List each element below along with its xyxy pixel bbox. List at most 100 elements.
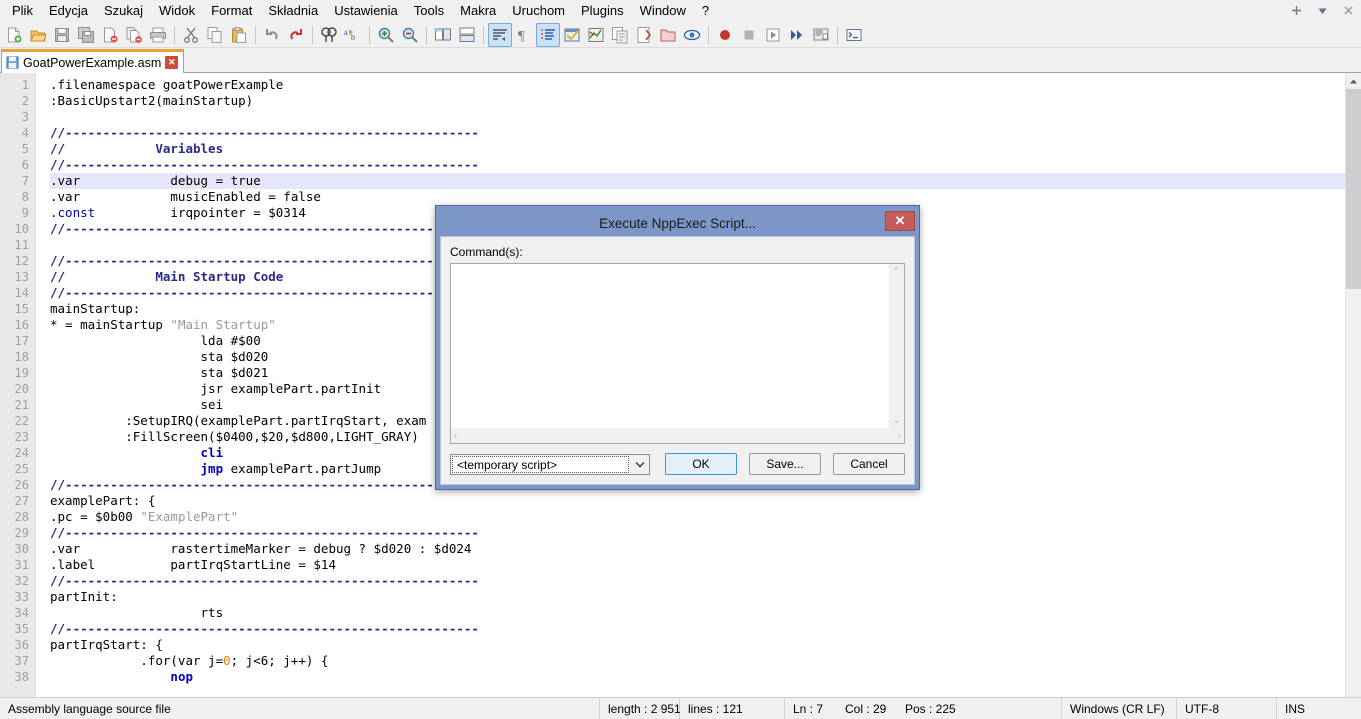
redo-icon[interactable]: [284, 23, 308, 47]
menu-item-window[interactable]: Window: [632, 0, 694, 22]
paste-icon[interactable]: [227, 23, 251, 47]
stop-macro-icon[interactable]: [737, 23, 761, 47]
code-line[interactable]: // Variables: [50, 141, 1345, 157]
toolbar-separator: [255, 25, 256, 44]
cancel-button[interactable]: Cancel: [833, 453, 905, 475]
new-file-icon[interactable]: [2, 23, 26, 47]
folder-as-workspace-icon[interactable]: [656, 23, 680, 47]
word-wrap-icon[interactable]: [488, 22, 512, 47]
menu-item-widok[interactable]: Widok: [151, 0, 203, 22]
menu-item--[interactable]: ?: [694, 0, 717, 22]
menu-item-makra[interactable]: Makra: [452, 0, 504, 22]
replace-icon[interactable]: ab: [341, 23, 365, 47]
menu-item-plugins[interactable]: Plugins: [573, 0, 632, 22]
play-macro-icon[interactable]: [761, 23, 785, 47]
code-line[interactable]: .var musicEnabled = false: [50, 189, 1345, 205]
script-select-value[interactable]: <temporary script>: [452, 455, 629, 473]
line-number: 35: [14, 622, 29, 636]
code-line[interactable]: .pc = $0b00 "ExamplePart": [50, 509, 1345, 525]
status-length: length : 2 951: [600, 697, 681, 719]
commands-scroll-track-vertical[interactable]: [889, 279, 904, 413]
tab-goatpowerexample-asm[interactable]: GoatPowerExample.asm ✕: [1, 49, 185, 73]
code-line[interactable]: rts: [50, 605, 1345, 621]
undo-icon[interactable]: [260, 23, 284, 47]
dialog-close-button[interactable]: ✕: [885, 211, 915, 231]
zoom-in-icon[interactable]: [374, 23, 398, 47]
document-map-icon[interactable]: [584, 23, 608, 47]
menu-item-tools[interactable]: Tools: [406, 0, 452, 22]
dropdown-button[interactable]: [1309, 1, 1335, 21]
tab-close-icon[interactable]: ✕: [165, 56, 179, 69]
monitoring-icon[interactable]: [680, 23, 704, 47]
menu-item-format[interactable]: Format: [203, 0, 260, 22]
copy-icon[interactable]: [203, 23, 227, 47]
code-line[interactable]: nop: [50, 669, 1345, 685]
document-list-icon[interactable]: [632, 23, 656, 47]
zoom-out-icon[interactable]: [398, 23, 422, 47]
code-line[interactable]: partIrqStart: {: [50, 637, 1345, 653]
toolbar-separator: [483, 25, 484, 44]
code-line[interactable]: //--------------------------------------…: [50, 157, 1345, 173]
save-button[interactable]: Save...: [749, 453, 821, 475]
scroll-up-arrow-icon[interactable]: [1346, 73, 1361, 89]
chevron-down-icon[interactable]: [630, 454, 649, 474]
script-select-combo[interactable]: <temporary script>: [450, 453, 650, 475]
find-icon[interactable]: [317, 23, 341, 47]
cut-icon[interactable]: [179, 23, 203, 47]
code-line[interactable]: .var debug = true: [50, 173, 1345, 189]
indent-guide-icon[interactable]: [536, 22, 560, 47]
toolbar-separator: [174, 25, 175, 44]
code-line[interactable]: .for(var j=0; j<6; j++) {: [50, 653, 1345, 669]
code-line[interactable]: examplePart: {: [50, 493, 1345, 509]
scroll-thumb[interactable]: [1346, 89, 1361, 289]
menu-item-sk-adnia[interactable]: Składnia: [260, 0, 326, 22]
line-number: 11: [14, 238, 29, 252]
code-line[interactable]: [50, 109, 1345, 125]
add-tab-button[interactable]: [1283, 1, 1309, 21]
show-all-characters-icon[interactable]: ¶: [512, 23, 536, 47]
commands-scroll-up-icon[interactable]: ⌃: [889, 264, 904, 279]
commands-scroll-right-icon[interactable]: ›: [898, 431, 901, 441]
code-line[interactable]: .filenamespace goatPowerExample: [50, 77, 1345, 93]
sync-horizontal-scroll-icon[interactable]: [455, 23, 479, 47]
commands-vertical-scrollbar[interactable]: ⌃ ⌄: [889, 264, 904, 428]
commands-horizontal-scrollbar[interactable]: ‹ ›: [451, 428, 904, 443]
run-macro-multiple-icon[interactable]: [785, 23, 809, 47]
function-list-icon[interactable]: [608, 23, 632, 47]
code-line[interactable]: .var rastertimeMarker = debug ? $d020 : …: [50, 541, 1345, 557]
line-number: 30: [14, 542, 29, 556]
code-line[interactable]: //--------------------------------------…: [50, 125, 1345, 141]
editor-vertical-scrollbar[interactable]: [1345, 73, 1361, 697]
user-defined-dialog-icon[interactable]: [560, 23, 584, 47]
run-icon[interactable]: [842, 23, 866, 47]
line-number: 7: [21, 174, 29, 188]
menu-item-ustawienia[interactable]: Ustawienia: [326, 0, 406, 22]
code-line[interactable]: partInit:: [50, 589, 1345, 605]
record-macro-icon[interactable]: [713, 23, 737, 47]
svg-text:b: b: [351, 33, 355, 42]
print-icon[interactable]: [146, 23, 170, 47]
commands-input[interactable]: [451, 264, 889, 428]
code-line[interactable]: //--------------------------------------…: [50, 621, 1345, 637]
commands-label: Command(s):: [450, 245, 523, 259]
menu-item-szukaj[interactable]: Szukaj: [96, 0, 151, 22]
code-line[interactable]: .label partIrqStartLine = $14: [50, 557, 1345, 573]
menu-item-plik[interactable]: Plik: [4, 0, 41, 22]
code-line[interactable]: //--------------------------------------…: [50, 573, 1345, 589]
save-file-icon[interactable]: [50, 23, 74, 47]
open-file-icon[interactable]: [26, 23, 50, 47]
menu-item-uruchom[interactable]: Uruchom: [504, 0, 573, 22]
sync-vertical-scroll-icon[interactable]: [431, 23, 455, 47]
scroll-track[interactable]: [1346, 289, 1361, 697]
save-macro-icon[interactable]: [809, 23, 833, 47]
close-all-icon[interactable]: [122, 23, 146, 47]
ok-button[interactable]: OK: [665, 453, 737, 475]
menu-item-edycja[interactable]: Edycja: [41, 0, 96, 22]
code-line[interactable]: //--------------------------------------…: [50, 525, 1345, 541]
close-button[interactable]: [1335, 1, 1361, 21]
close-file-icon[interactable]: [98, 23, 122, 47]
commands-scroll-down-icon[interactable]: ⌄: [889, 413, 904, 428]
code-line[interactable]: :BasicUpstart2(mainStartup): [50, 93, 1345, 109]
save-all-icon[interactable]: [74, 23, 98, 47]
commands-scroll-left-icon[interactable]: ‹: [454, 431, 457, 441]
